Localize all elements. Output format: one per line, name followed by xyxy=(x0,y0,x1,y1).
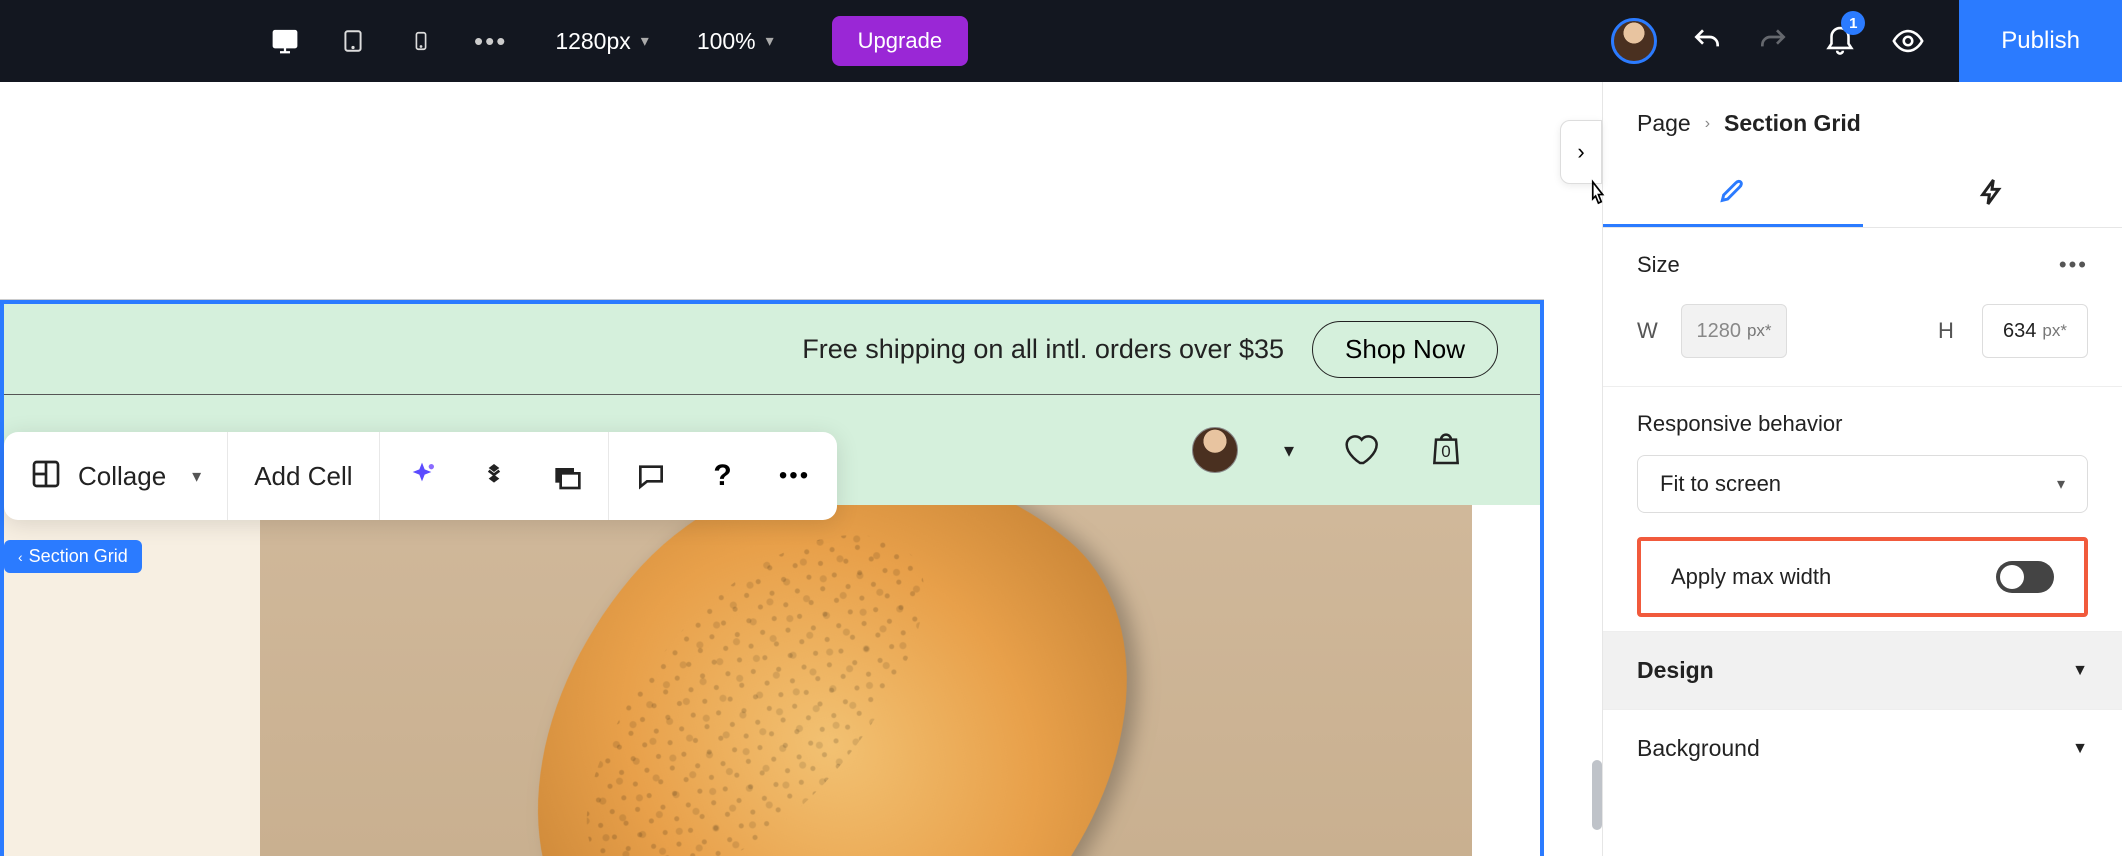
notifications-button[interactable]: 1 xyxy=(1823,21,1857,61)
redo-button[interactable] xyxy=(1757,25,1789,57)
panel-collapse-handle[interactable]: › xyxy=(1560,120,1602,184)
responsive-section: Responsive behavior Fit to screen ▾ Appl… xyxy=(1603,387,2122,631)
zoom-value: 100% xyxy=(697,28,756,55)
width-unit: px* xyxy=(1747,321,1772,341)
layout-mode-dropdown[interactable]: Collage ▾ xyxy=(4,432,228,520)
canvas-scrollbar[interactable] xyxy=(1592,760,1602,830)
ai-sparkle-icon[interactable] xyxy=(406,460,438,492)
breadcrumb: Page › Section Grid xyxy=(1603,82,2122,157)
comment-icon[interactable] xyxy=(635,460,667,492)
toolbar-actions-group xyxy=(380,432,609,520)
chevron-down-icon: ▾ xyxy=(192,466,201,487)
tab-design[interactable] xyxy=(1603,157,1863,227)
topbar-left-group: ••• 1280px ▾ 100% ▾ Upgrade xyxy=(0,16,968,66)
top-toolbar: ••• 1280px ▾ 100% ▾ Upgrade 1 Publish xyxy=(0,0,2122,82)
background-accordion-label: Background xyxy=(1637,735,1760,762)
breadcrumb-current: Section Grid xyxy=(1724,110,1861,137)
upgrade-button[interactable]: Upgrade xyxy=(832,16,968,66)
apply-max-width-label: Apply max width xyxy=(1671,564,1831,590)
breadcrumb-root[interactable]: Page xyxy=(1637,110,1691,137)
height-value: 634 xyxy=(2003,320,2036,343)
tab-interactions[interactable] xyxy=(1863,157,2122,227)
height-input[interactable]: 634 px* xyxy=(1982,304,2088,358)
chevron-down-icon[interactable]: ▾ xyxy=(1284,438,1294,463)
selection-tag[interactable]: ‹ Section Grid xyxy=(4,540,142,573)
size-more-button[interactable]: ••• xyxy=(2059,252,2088,278)
chevron-right-icon: › xyxy=(1705,115,1710,133)
design-accordion[interactable]: Design ▼ xyxy=(1603,631,2122,709)
promo-banner: Free shipping on all intl. orders over $… xyxy=(0,300,1544,395)
inspector-panel: Page › Section Grid Size ••• W 1280 px* … xyxy=(1602,82,2122,856)
help-icon[interactable]: ? xyxy=(707,460,739,492)
notification-badge: 1 xyxy=(1841,11,1865,35)
chevron-down-icon: ▾ xyxy=(2057,474,2065,494)
zoom-dropdown[interactable]: 100% ▾ xyxy=(697,28,774,55)
responsive-value: Fit to screen xyxy=(1660,471,1781,497)
shop-now-button[interactable]: Shop Now xyxy=(1312,321,1498,378)
triangle-down-icon: ▼ xyxy=(2072,662,2088,680)
store-avatar[interactable] xyxy=(1192,427,1238,473)
design-accordion-label: Design xyxy=(1637,657,1714,684)
background-accordion[interactable]: Background ▼ xyxy=(1603,709,2122,787)
more-actions-icon[interactable]: ••• xyxy=(779,460,811,492)
desktop-viewport-button[interactable] xyxy=(270,26,300,56)
chevron-right-icon: › xyxy=(1577,139,1584,165)
add-cell-button[interactable]: Add Cell xyxy=(228,432,379,520)
viewport-width-value: 1280px xyxy=(555,28,630,55)
height-unit: px* xyxy=(2042,321,2067,341)
mobile-viewport-button[interactable] xyxy=(406,26,436,56)
responsive-dropdown[interactable]: Fit to screen ▾ xyxy=(1637,455,2088,513)
more-viewports-button[interactable]: ••• xyxy=(474,26,507,57)
width-value: 1280 xyxy=(1696,320,1741,343)
width-input[interactable]: 1280 px* xyxy=(1681,304,1787,358)
height-label: H xyxy=(1938,318,1962,344)
toolbar-help-group: ? ••• xyxy=(609,432,837,520)
stack-icon[interactable] xyxy=(478,460,510,492)
size-inputs-row: W 1280 px* H 634 px* xyxy=(1603,284,2122,387)
layout-mode-label: Collage xyxy=(78,461,166,492)
promo-text: Free shipping on all intl. orders over $… xyxy=(802,334,1284,365)
chevron-left-icon: ‹ xyxy=(18,549,23,565)
undo-button[interactable] xyxy=(1691,25,1723,57)
size-section-header: Size ••• xyxy=(1603,228,2122,284)
wishlist-icon[interactable] xyxy=(1340,428,1380,473)
tablet-viewport-button[interactable] xyxy=(338,26,368,56)
sponge-graphic xyxy=(432,505,1229,856)
cart-count: 0 xyxy=(1426,442,1466,462)
chevron-down-icon: ▾ xyxy=(766,31,774,51)
canvas-area[interactable]: Free shipping on all intl. orders over $… xyxy=(0,82,1602,856)
chevron-down-icon: ▾ xyxy=(641,31,649,51)
selection-tag-label: Section Grid xyxy=(29,546,128,567)
apply-max-width-toggle[interactable] xyxy=(1996,561,2054,593)
page-header-blank xyxy=(0,192,1544,300)
apply-max-width-row: Apply max width xyxy=(1637,537,2088,617)
add-cell-label: Add Cell xyxy=(254,461,352,492)
viewport-width-dropdown[interactable]: 1280px ▾ xyxy=(555,28,649,55)
cart-icon[interactable]: 0 xyxy=(1426,428,1466,473)
element-toolbar: Collage ▾ Add Cell ? ••• xyxy=(4,432,837,520)
width-label: W xyxy=(1637,318,1661,344)
preview-button[interactable] xyxy=(1891,24,1925,58)
collage-icon xyxy=(30,458,62,495)
triangle-down-icon: ▼ xyxy=(2072,740,2088,758)
size-label: Size xyxy=(1637,252,1680,278)
responsive-label: Responsive behavior xyxy=(1637,411,2088,437)
inspector-tabs xyxy=(1603,157,2122,228)
user-avatar[interactable] xyxy=(1611,18,1657,64)
topbar-right-group: 1 Publish xyxy=(1611,0,2122,82)
publish-button[interactable]: Publish xyxy=(1959,0,2122,82)
layers-icon[interactable] xyxy=(550,460,582,492)
product-image xyxy=(260,505,1472,856)
